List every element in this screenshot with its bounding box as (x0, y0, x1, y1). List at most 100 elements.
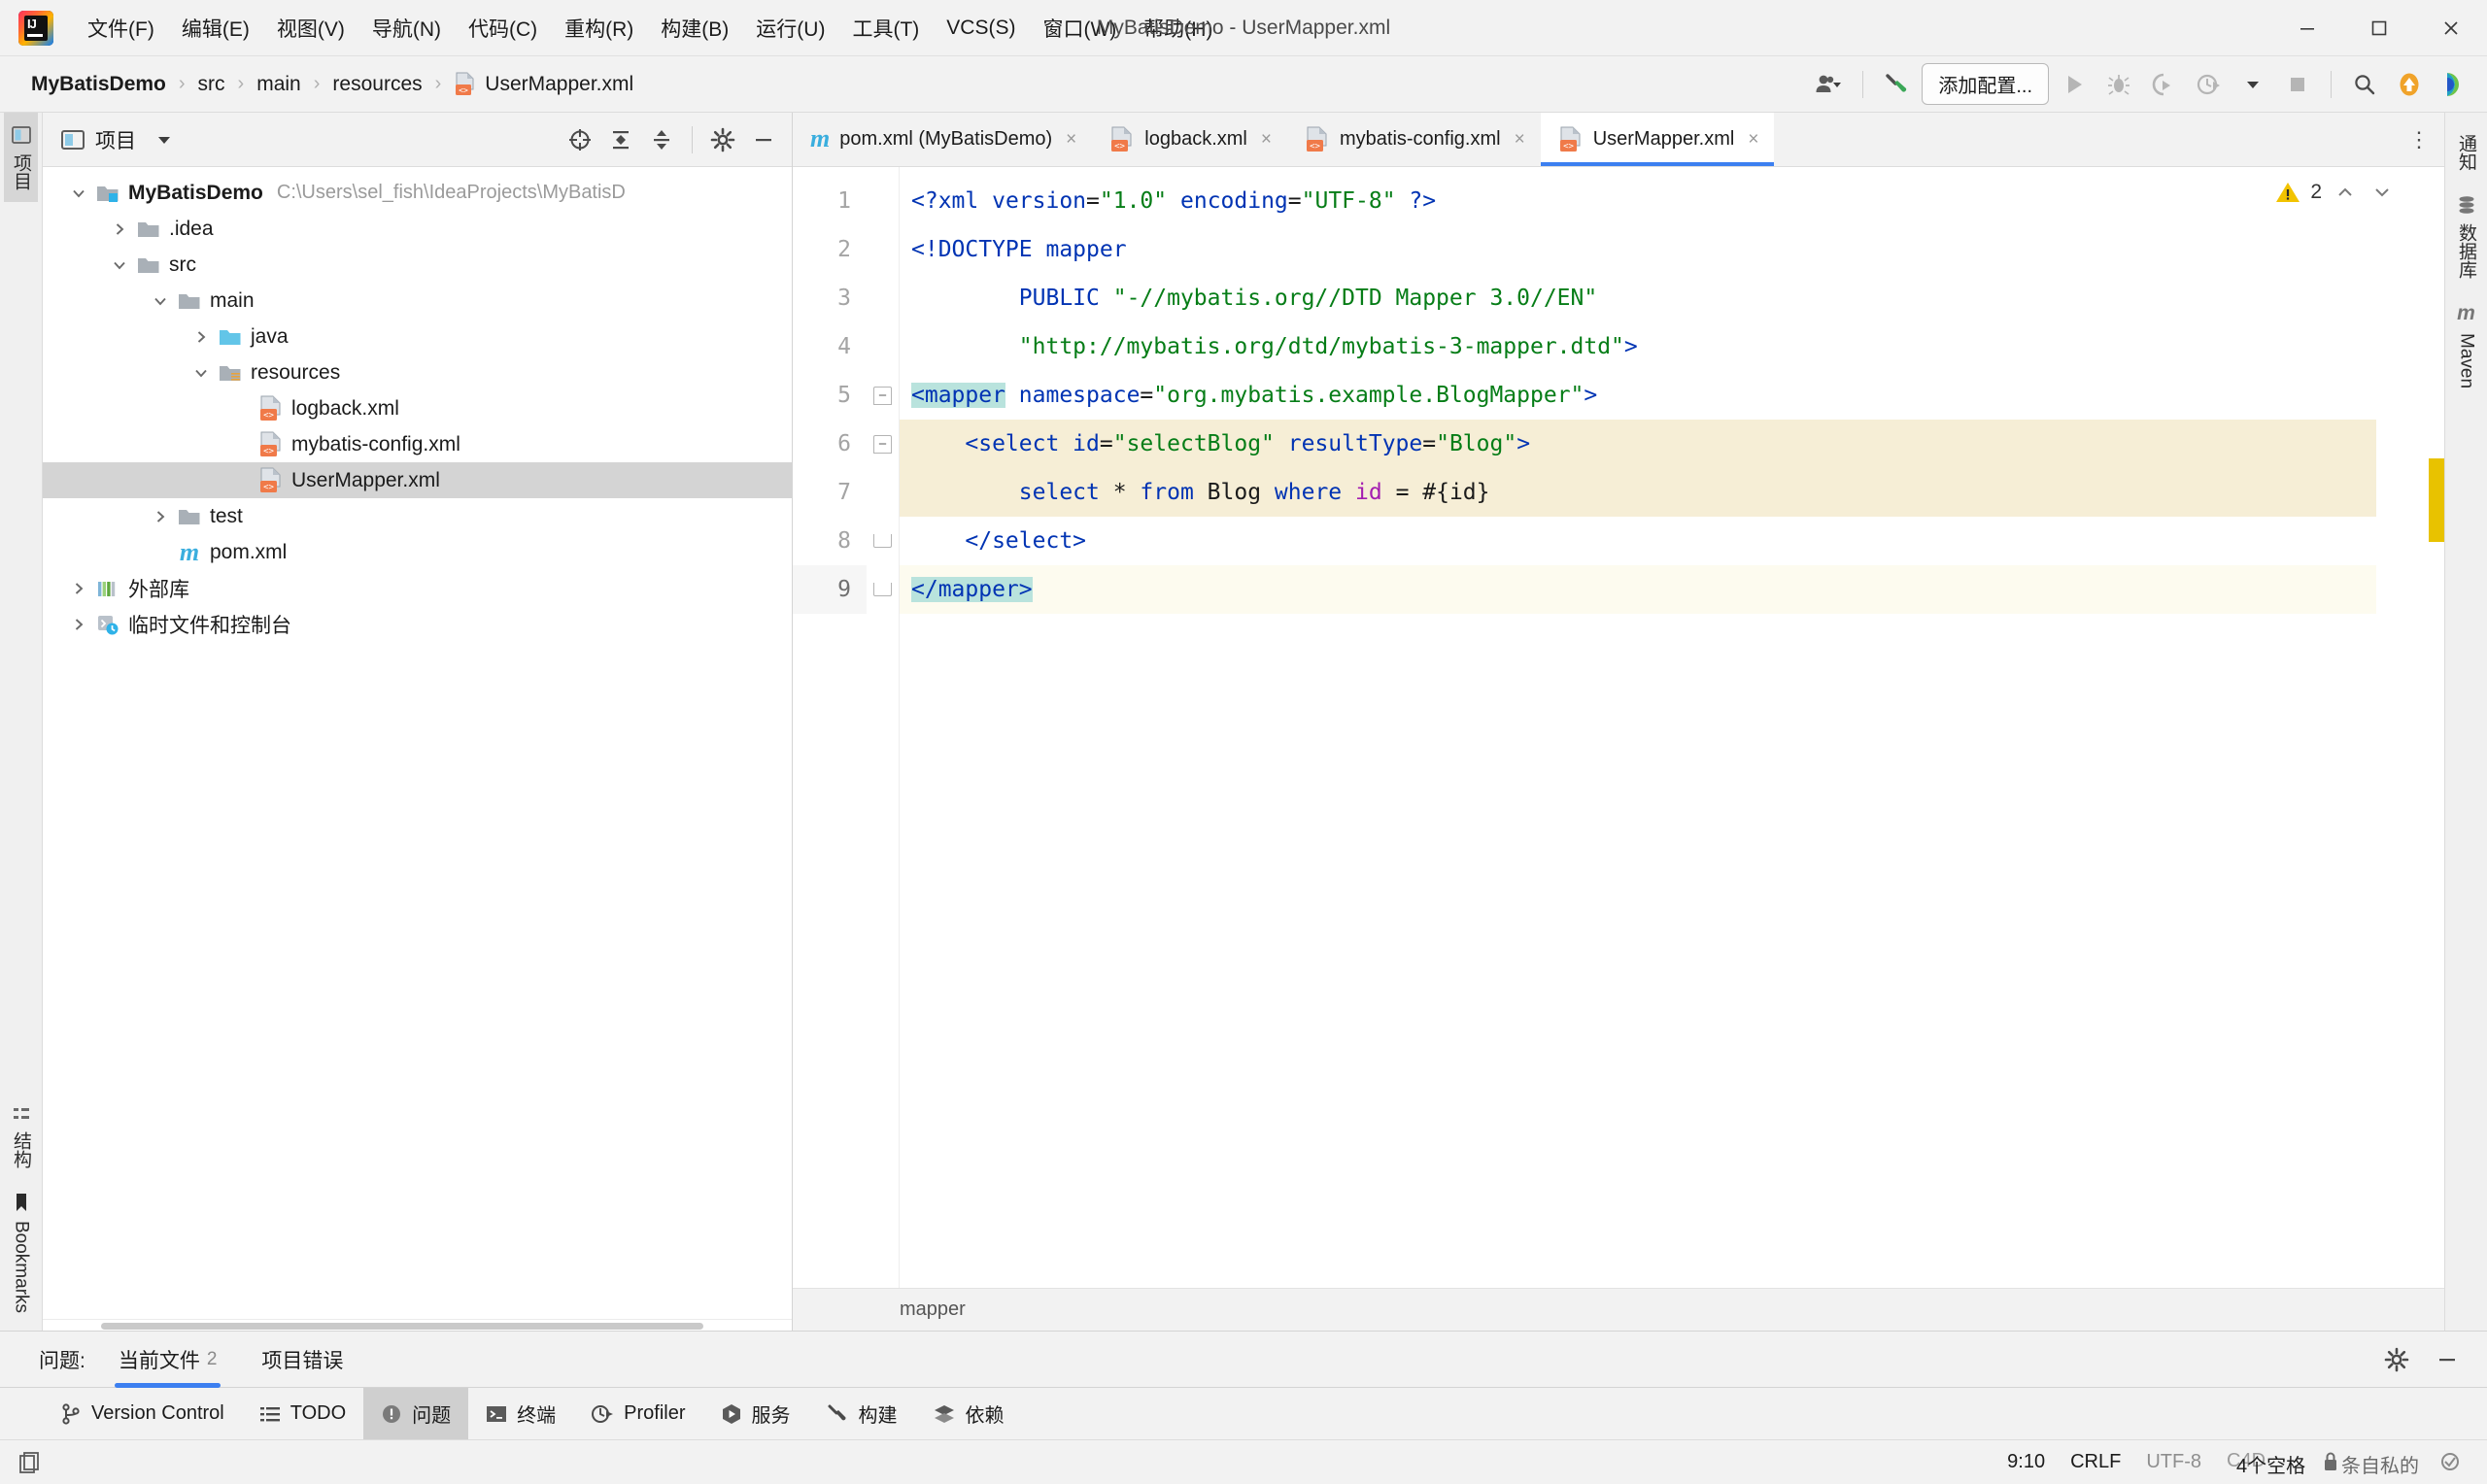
settings-gear-icon[interactable] (704, 121, 741, 158)
line-number[interactable]: 4 (793, 322, 867, 371)
menu-tools[interactable]: 工具(T) (838, 8, 933, 49)
code-line[interactable]: </mapper> (900, 565, 2376, 614)
hide-panel-icon[interactable] (2429, 1341, 2466, 1378)
chevron-down-icon[interactable] (146, 121, 183, 158)
fold-marker-icon[interactable]: − (873, 434, 892, 454)
bottom-tab-[interactable]: 依赖 (915, 1388, 1022, 1439)
line-number[interactable]: 3 (793, 274, 867, 322)
run-coverage-icon[interactable] (2144, 65, 2183, 104)
bottom-tab-[interactable]: 问题 (363, 1388, 469, 1439)
tree-node-mybatis-config-xml[interactable]: <> mybatis-config.xml (43, 426, 792, 462)
inspection-status-icon[interactable] (2438, 1450, 2462, 1473)
ai-assistant-icon[interactable] (2435, 65, 2473, 104)
maximize-icon[interactable] (2343, 0, 2415, 56)
user-account-icon[interactable] (1810, 65, 1849, 104)
chevron-down-icon[interactable] (64, 185, 93, 202)
sidebar-item-project[interactable]: 项目 (4, 113, 38, 202)
code-line[interactable]: PUBLIC "-//mybatis.org//DTD Mapper 3.0//… (900, 274, 2376, 322)
editor-tab-pom.xml[interactable]: m pom.xml (MyBatisDemo) × (793, 113, 1092, 166)
chevron-right-icon[interactable] (146, 508, 175, 525)
project-horizontal-scrollbar[interactable] (43, 1319, 792, 1331)
code-line[interactable]: <?xml version="1.0" encoding="UTF-8" ?> (900, 177, 2376, 225)
search-icon[interactable] (2345, 65, 2384, 104)
chevron-down-icon[interactable] (2368, 183, 2396, 202)
menu-vcs[interactable]: VCS(S) (933, 11, 1029, 46)
close-icon[interactable]: × (1515, 129, 1525, 151)
chevron-up-icon[interactable] (2332, 183, 2359, 202)
bottom-tab-version-control[interactable]: Version Control (43, 1388, 242, 1439)
chevron-down-icon[interactable] (105, 256, 134, 274)
stop-icon[interactable] (2278, 65, 2317, 104)
fold-marker-icon[interactable] (873, 534, 892, 548)
debug-icon[interactable] (2099, 65, 2138, 104)
code-line[interactable]: "http://mybatis.org/dtd/mybatis-3-mapper… (900, 322, 2376, 371)
line-separator[interactable]: CRLF (2070, 1451, 2121, 1473)
hide-panel-icon[interactable] (745, 121, 782, 158)
tab-current-file[interactable]: 当前文件 2 (107, 1337, 229, 1388)
tree-node-resources[interactable]: resources (43, 354, 792, 390)
chevron-down-icon[interactable] (187, 364, 216, 382)
collapse-all-icon[interactable] (643, 121, 680, 158)
expand-all-icon[interactable] (602, 121, 639, 158)
add-configuration-button[interactable]: 添加配置... (1922, 63, 2049, 105)
breadcrumb-resources[interactable]: resources (328, 71, 426, 98)
sidebar-item-maven[interactable]: m Maven (2452, 290, 2481, 400)
inspection-widget[interactable]: 2 (2275, 181, 2396, 204)
lock-icon[interactable] (2320, 1450, 2341, 1473)
menu-code[interactable]: 代码(C) (455, 8, 551, 49)
menu-view[interactable]: 视图(V) (263, 8, 358, 49)
sidebar-item-structure[interactable]: 结构 (4, 1093, 38, 1180)
breadcrumb-project[interactable]: MyBatisDemo (27, 71, 170, 98)
line-number[interactable]: 1 (793, 177, 867, 225)
editor-tab-mybatisconfig.xml[interactable]: <> mybatis-config.xml × (1287, 113, 1541, 166)
tab-project-errors[interactable]: 项目错误 (250, 1337, 355, 1382)
chevron-right-icon[interactable] (187, 328, 216, 346)
editor-scrollbar[interactable] (2419, 167, 2444, 1288)
update-arrow-icon[interactable] (2390, 65, 2429, 104)
menu-file[interactable]: 文件(F) (74, 8, 168, 49)
line-number[interactable]: 5 (793, 371, 867, 420)
chevron-right-icon[interactable] (64, 580, 93, 597)
sidebar-item-bookmarks[interactable]: Bookmarks (7, 1180, 36, 1325)
bottom-tab-[interactable]: 终端 (468, 1388, 573, 1439)
code-editor[interactable]: <?xml version="1.0" encoding="UTF-8" ?> <… (900, 167, 2376, 1288)
close-icon[interactable]: × (1066, 129, 1076, 151)
code-line[interactable]: </select> (900, 517, 2376, 565)
tree-node-mybatisdemo[interactable]: MyBatisDemo C:\Users\sel_fish\IdeaProject… (43, 175, 792, 211)
run-icon[interactable] (2055, 65, 2094, 104)
tree-node-[interactable]: 外部库 (43, 570, 792, 606)
code-folding-gutter[interactable]: − − (867, 167, 900, 1288)
breadcrumb-src[interactable]: src (194, 71, 229, 98)
menu-window[interactable]: 窗口(W) (1029, 8, 1130, 49)
editor-tab-usermapper.xml[interactable]: <> UserMapper.xml × (1540, 113, 1775, 166)
bottom-tab-profiler[interactable]: Profiler (573, 1388, 702, 1439)
tree-node-idea[interactable]: .idea (43, 211, 792, 247)
code-line[interactable]: <mapper namespace="org.mybatis.example.B… (900, 371, 2376, 420)
bottom-tab-[interactable]: 服务 (703, 1388, 808, 1439)
tree-node-[interactable]: 临时文件和控制台 (43, 606, 792, 642)
line-number[interactable]: 7 (793, 468, 867, 517)
close-icon[interactable]: × (1261, 129, 1272, 151)
file-encoding[interactable]: UTF-8 (2146, 1451, 2201, 1473)
breadcrumb-main[interactable]: main (253, 71, 305, 98)
line-number[interactable]: 8 (793, 517, 867, 565)
menu-build[interactable]: 构建(B) (647, 8, 742, 49)
sidebar-item-database[interactable]: 数据库 (2449, 183, 2483, 290)
editor-tab-logback.xml[interactable]: <> logback.xml × (1092, 113, 1287, 166)
profiler-icon[interactable] (2189, 65, 2228, 104)
breadcrumb-file[interactable]: <> UserMapper.xml (450, 70, 637, 99)
menu-refactor[interactable]: 重构(R) (551, 8, 647, 49)
tree-node-logback-xml[interactable]: <> logback.xml (43, 390, 792, 426)
menu-navigate[interactable]: 导航(N) (358, 8, 455, 49)
settings-gear-icon[interactable] (2378, 1341, 2415, 1378)
minimize-icon[interactable] (2271, 0, 2343, 56)
menu-help[interactable]: 帮助(H) (1130, 8, 1226, 49)
project-tree[interactable]: MyBatisDemo C:\Users\sel_fish\IdeaProject… (43, 167, 792, 1319)
chevron-right-icon[interactable] (64, 616, 93, 633)
hammer-build-icon[interactable] (1877, 65, 1916, 104)
bottom-tab-[interactable]: 构建 (808, 1388, 915, 1439)
sidebar-item-notifications[interactable]: 通知 (2449, 122, 2483, 183)
select-opened-file-icon[interactable] (562, 121, 598, 158)
tree-node-pom-xml[interactable]: m pom.xml (43, 534, 792, 570)
menu-edit[interactable]: 编辑(E) (168, 8, 263, 49)
